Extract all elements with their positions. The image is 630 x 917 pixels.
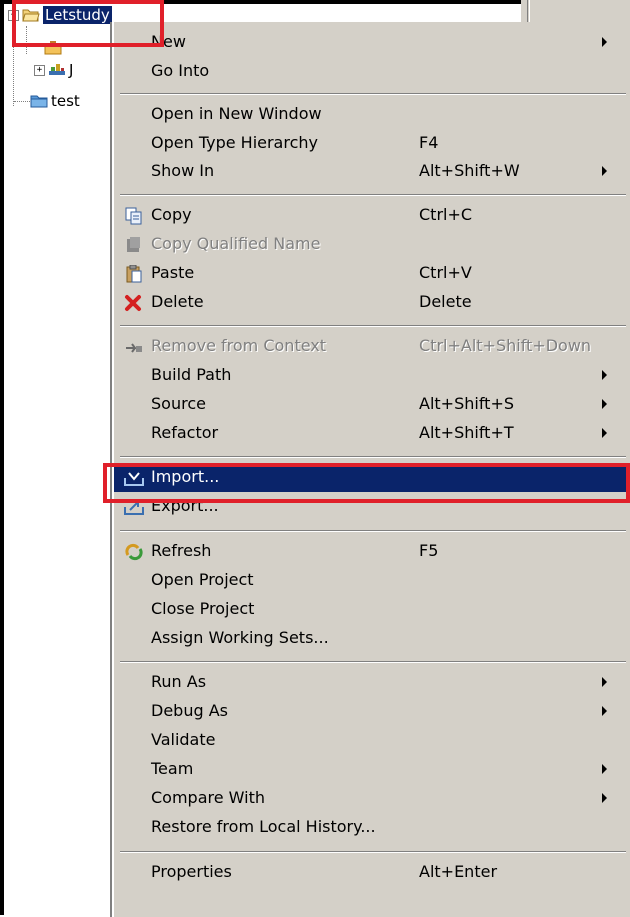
window-border-left [0, 0, 4, 915]
annotation-box-import [103, 463, 630, 503]
menu-item-label: Open Type Hierarchy [151, 133, 318, 152]
menu-item-shortcut: Ctrl+V [419, 263, 472, 282]
expand-toggle[interactable]: + [34, 64, 45, 76]
paste-icon [124, 264, 144, 283]
menu-item-label: Copy [151, 205, 192, 224]
annotation-box-project [12, 0, 164, 47]
menu-item-label: Paste [151, 263, 195, 282]
menu-item-label: Show In [151, 161, 215, 180]
menu-item-label: Properties [151, 862, 232, 881]
menu-item-new[interactable]: New [114, 28, 630, 57]
submenu-arrow-icon [602, 370, 607, 380]
library-icon [48, 62, 66, 78]
menu-separator [120, 456, 626, 458]
refresh-icon [124, 543, 144, 561]
submenu-arrow-icon [602, 793, 607, 803]
menu-separator [120, 325, 626, 327]
menu-item-label: Refactor [151, 423, 219, 442]
menu-item-shortcut: Delete [419, 292, 472, 311]
menu-item-shortcut: F5 [419, 541, 439, 560]
menu-item-show-in[interactable]: Show In Alt+Shift+W [114, 157, 630, 186]
menu-item-open-project[interactable]: Open Project [114, 566, 630, 595]
menu-separator [120, 530, 626, 532]
tree-item-jre[interactable]: + J [34, 59, 73, 81]
menu-item-label: Copy Qualified Name [151, 234, 321, 253]
menu-item-shortcut: Alt+Enter [419, 862, 498, 881]
menu-item-properties[interactable]: Properties Alt+Enter [114, 858, 630, 887]
menu-item-label: Build Path [151, 365, 232, 384]
menu-item-assign-working-sets[interactable]: Assign Working Sets... [114, 624, 630, 653]
menu-item-refactor[interactable]: Refactor Alt+Shift+T [114, 419, 630, 448]
menu-item-shortcut: Ctrl+C [419, 205, 473, 224]
menu-item-build-path[interactable]: Build Path [114, 361, 630, 390]
menu-item-copy-qualified-name: Copy Qualified Name [114, 230, 630, 259]
submenu-arrow-icon [602, 677, 607, 687]
menu-item-shortcut: Alt+Shift+T [419, 423, 514, 442]
menu-item-source[interactable]: Source Alt+Shift+S [114, 390, 630, 419]
menu-item-label: Assign Working Sets... [151, 628, 329, 647]
menu-separator [120, 93, 626, 95]
closed-folder-icon [30, 93, 48, 109]
menu-item-debug-as[interactable]: Debug As [114, 697, 630, 726]
menu-item-label: Restore from Local History... [151, 817, 376, 836]
menu-item-label: Open in New Window [151, 104, 322, 123]
menu-item-team[interactable]: Team [114, 755, 630, 784]
menu-item-validate[interactable]: Validate [114, 726, 630, 755]
delete-icon [124, 294, 144, 312]
remove-from-context-icon [124, 338, 144, 356]
menu-item-paste[interactable]: Paste Ctrl+V [114, 259, 630, 288]
menu-item-shortcut: Ctrl+Alt+Shift+Down [419, 336, 592, 355]
menu-item-refresh[interactable]: Refresh F5 [114, 537, 630, 566]
menu-item-label: Team [151, 759, 194, 778]
jre-label[interactable]: J [69, 61, 73, 79]
submenu-arrow-icon [602, 764, 607, 774]
menu-item-label: Close Project [151, 599, 255, 618]
menu-item-shortcut: Alt+Shift+S [419, 394, 514, 413]
menu-item-label: Run As [151, 672, 207, 691]
menu-item-label: Remove from Context [151, 336, 327, 355]
menu-item-remove-from-context: Remove from Context Ctrl+Alt+Shift+Down [114, 332, 630, 361]
submenu-arrow-icon [602, 428, 607, 438]
menu-item-compare-with[interactable]: Compare With [114, 784, 630, 813]
tree-line [14, 101, 30, 102]
menu-item-run-as[interactable]: Run As [114, 668, 630, 697]
menu-separator [120, 661, 626, 663]
test-project-label[interactable]: test [51, 92, 80, 110]
submenu-arrow-icon [602, 37, 607, 47]
menu-item-label: Delete [151, 292, 204, 311]
menu-item-label: Source [151, 394, 206, 413]
menu-item-copy[interactable]: Copy Ctrl+C [114, 201, 630, 230]
menu-item-close-project[interactable]: Close Project [114, 595, 630, 624]
menu-item-go-into[interactable]: Go Into [114, 57, 630, 86]
menu-item-label: Go Into [151, 61, 210, 80]
copy-icon [124, 207, 144, 225]
menu-separator [120, 851, 626, 853]
tree-item-test[interactable]: test [30, 90, 80, 112]
menu-item-restore-from-local-history[interactable]: Restore from Local History... [114, 813, 630, 842]
menu-item-delete[interactable]: Delete Delete [114, 288, 630, 317]
menu-item-label: Debug As [151, 701, 228, 720]
menu-separator [120, 194, 626, 196]
menu-item-shortcut: Alt+Shift+W [419, 161, 520, 180]
menu-item-label: Refresh [151, 541, 212, 560]
submenu-arrow-icon [602, 706, 607, 716]
menu-item-label: Compare With [151, 788, 265, 807]
menu-item-shortcut: F4 [419, 133, 439, 152]
menu-item-label: Open Project [151, 570, 254, 589]
submenu-arrow-icon [602, 166, 607, 176]
menu-item-label: Validate [151, 730, 216, 749]
menu-item-open-type-hierarchy[interactable]: Open Type Hierarchy F4 [114, 129, 630, 158]
copy-qualified-name-icon [124, 236, 144, 254]
submenu-arrow-icon [602, 399, 607, 409]
menu-item-open-in-new-window[interactable]: Open in New Window [114, 100, 630, 129]
